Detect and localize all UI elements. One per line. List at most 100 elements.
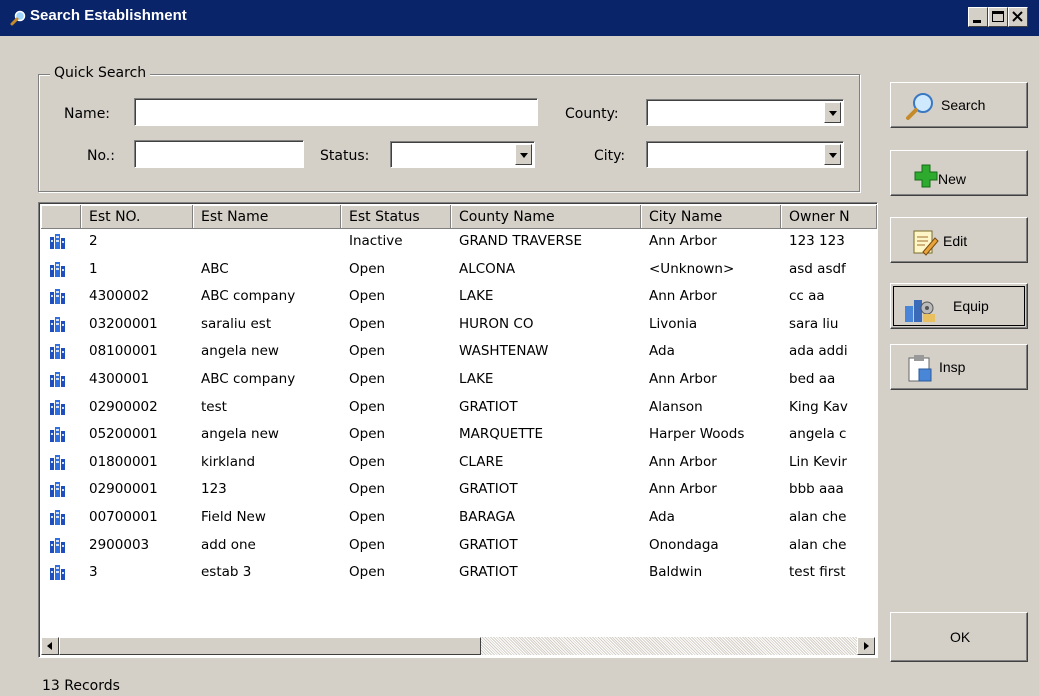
title-bar: Search Establishment	[0, 0, 1039, 36]
cell-county: BARAGA	[459, 509, 516, 525]
scroll-right-button[interactable]	[857, 637, 875, 655]
column-header-owner-name[interactable]: Owner N	[781, 205, 877, 229]
cell-owner: 123 123	[789, 233, 845, 249]
cell-owner: test first	[789, 564, 846, 581]
cell-status: Open	[349, 288, 386, 305]
establishment-icon	[50, 510, 65, 525]
equip-button-label: Equip	[953, 298, 989, 314]
cell-owner: alan che	[789, 536, 847, 553]
cell-city: Ann Arbor	[649, 481, 717, 498]
column-header-icon[interactable]	[41, 205, 81, 229]
magnifier-icon	[906, 93, 933, 120]
quick-search-legend: Quick Search	[50, 65, 151, 81]
table-row[interactable]: 08100001 angela new Open WASHTENAW Ada ada ad…	[41, 339, 875, 366]
cell-name: ABC company	[201, 288, 296, 305]
cell-city: Harper Woods	[649, 426, 745, 443]
status-label: Status:	[320, 148, 370, 164]
scroll-left-button[interactable]	[41, 637, 59, 655]
edit-button-label: Edit	[943, 233, 968, 249]
cell-status: Open	[349, 536, 386, 553]
record-count: 13 Records	[42, 678, 120, 694]
table-row[interactable]: 00700001 Field New Open BARAGA Ada alan che	[41, 505, 875, 532]
table-row[interactable]: 4300001 ABC company Open LAKE Ann Arbor bed a…	[41, 367, 875, 394]
cell-name: ABC	[201, 260, 229, 277]
cell-status: Open	[349, 343, 386, 360]
search-button[interactable]: Search	[890, 82, 1028, 128]
cell-no: 05200001	[89, 426, 158, 443]
cell-status: Open	[349, 481, 386, 498]
ok-button-label: OK	[950, 629, 971, 645]
establishment-icon	[50, 399, 65, 415]
minimize-button[interactable]	[968, 7, 988, 27]
column-header-est-name[interactable]: Est Name	[193, 205, 341, 229]
cell-owner: asd asdf	[789, 260, 846, 277]
edit-button[interactable]: Edit	[890, 217, 1028, 263]
table-row[interactable]: 05200001 angela new Open MARQUETTE Harper Wo…	[41, 422, 875, 449]
horizontal-scrollbar[interactable]	[41, 637, 875, 655]
new-button-label: New	[938, 171, 967, 187]
cell-no: 02900001	[89, 481, 158, 498]
cell-county: GRATIOT	[459, 481, 518, 498]
cell-city: Ann Arbor	[649, 371, 717, 387]
clipboard-icon	[908, 355, 932, 382]
cell-no: 02900002	[89, 398, 158, 415]
chevron-down-icon[interactable]	[824, 144, 841, 165]
county-select[interactable]	[646, 99, 844, 126]
arrow-right-icon	[864, 642, 869, 650]
cell-county: GRATIOT	[459, 536, 518, 553]
column-header-county-name[interactable]: County Name	[451, 205, 641, 229]
city-select[interactable]	[646, 141, 844, 168]
cell-status: Open	[349, 426, 386, 443]
cell-name: add one	[201, 536, 256, 553]
status-select[interactable]	[390, 141, 535, 168]
arrow-left-icon	[47, 642, 52, 650]
cell-name: angela new	[201, 426, 279, 443]
name-label: Name:	[64, 106, 111, 122]
column-header-est-no[interactable]: Est NO.	[81, 205, 193, 229]
table-row[interactable]: 1 ABC Open ALCONA <Unknown> asd asdf	[41, 257, 875, 284]
cell-owner: cc aa	[789, 288, 825, 305]
cell-owner: Lin Kevir	[789, 453, 847, 470]
table-row[interactable]: 3 estab 3 Open GRATIOT Baldwin test first	[41, 560, 875, 587]
chevron-down-icon[interactable]	[824, 102, 841, 123]
cell-no: 00700001	[89, 509, 158, 525]
equip-button[interactable]: Equip	[890, 283, 1028, 329]
table-row[interactable]: 01800001 kirkland Open CLARE Ann Arbor Lin Ke…	[41, 450, 875, 477]
establishment-icon	[50, 234, 65, 249]
cell-city: <Unknown>	[649, 260, 735, 277]
cell-city: Onondaga	[649, 536, 719, 553]
new-button[interactable]: New	[890, 150, 1028, 196]
cell-name: kirkland	[201, 453, 256, 470]
establishment-icon	[50, 454, 65, 470]
table-row[interactable]: 2 Inactive GRAND TRAVERSE Ann Arbor 123 123	[41, 229, 875, 256]
close-button[interactable]	[1008, 7, 1028, 27]
table-row[interactable]: 4300002 ABC company Open LAKE Ann Arbor cc aa	[41, 284, 875, 311]
maximize-button[interactable]	[988, 7, 1008, 27]
cell-no: 03200001	[89, 315, 158, 332]
edit-icon	[913, 230, 939, 256]
establishment-icon	[50, 316, 65, 332]
scroll-track[interactable]	[481, 637, 857, 655]
cell-name: saraliu est	[201, 315, 272, 332]
column-header-city-name[interactable]: City Name	[641, 205, 781, 229]
column-header-est-status[interactable]: Est Status	[341, 205, 451, 229]
insp-button[interactable]: Insp	[890, 344, 1028, 390]
window-body: Quick Search Name: No.: Status: County: …	[0, 36, 1039, 696]
county-label: County:	[565, 106, 619, 122]
table-row[interactable]: 02900002 test Open GRATIOT Alanson King Kav	[41, 395, 875, 422]
cell-status: Open	[349, 315, 386, 332]
name-input[interactable]	[134, 98, 538, 126]
cell-city: Baldwin	[649, 564, 703, 581]
cell-owner: bbb aaa	[789, 481, 844, 498]
cell-status: Open	[349, 509, 386, 525]
establishment-icon	[50, 372, 65, 387]
ok-button[interactable]: OK	[890, 612, 1028, 662]
establishment-list[interactable]: Est NO. Est Name Est Status County Name …	[38, 202, 878, 658]
cell-county: GRAND TRAVERSE	[459, 233, 583, 249]
table-row[interactable]: 02900001 123 Open GRATIOT Ann Arbor bbb aaa	[41, 477, 875, 504]
chevron-down-icon[interactable]	[515, 144, 532, 165]
scroll-thumb[interactable]	[59, 637, 481, 655]
table-row[interactable]: 2900003 add one Open GRATIOT Onondaga alan ch…	[41, 533, 875, 560]
table-row[interactable]: 03200001 saraliu est Open HURON CO Livonia sa…	[41, 312, 875, 339]
no-input[interactable]	[134, 140, 304, 168]
